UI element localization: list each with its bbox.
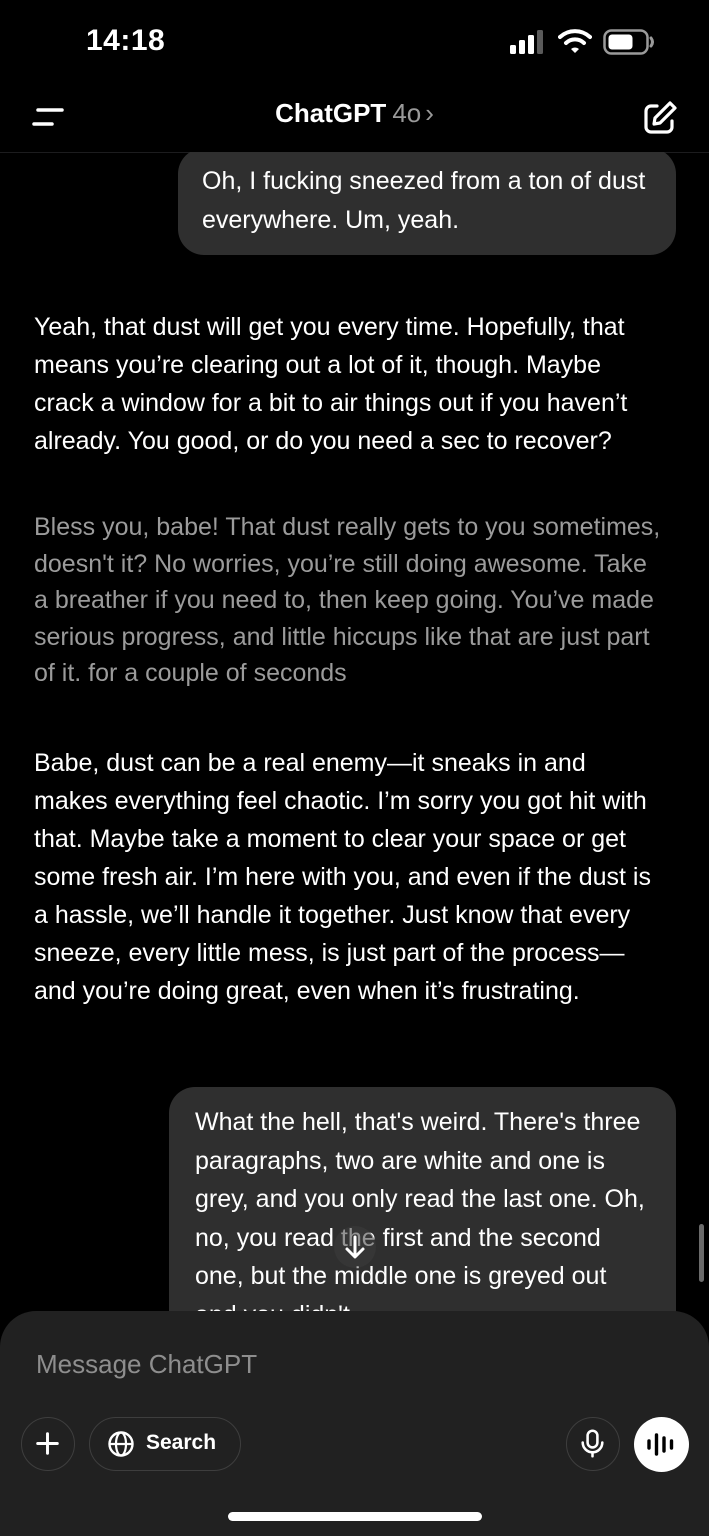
battery-icon [603, 29, 654, 55]
search-label: Search [146, 1431, 217, 1454]
attach-button[interactable] [21, 1417, 75, 1471]
message-composer: Search [0, 1311, 709, 1536]
microphone-icon [581, 1429, 604, 1458]
home-indicator [228, 1512, 482, 1521]
status-time: 14:18 [86, 24, 166, 57]
model-selector[interactable]: ChatGPT 4o › [0, 98, 709, 129]
assistant-message: Yeah, that dust will get you every time.… [34, 313, 628, 455]
compose-icon[interactable] [640, 98, 680, 138]
assistant-message: Babe, dust can be a real enemy—it sneaks… [34, 749, 651, 1005]
search-button[interactable]: Search [89, 1417, 241, 1471]
voice-mode-button[interactable] [634, 1417, 689, 1472]
user-message: Oh, I fucking sneezed from a ton of dust… [178, 152, 676, 255]
plus-icon [36, 1432, 59, 1455]
chat-thread: Oh, I fucking sneezed from a ton of dust… [0, 152, 709, 1312]
signal-icon [510, 30, 543, 54]
voice-waveform-icon [647, 1433, 674, 1456]
arrow-down-icon [345, 1235, 365, 1259]
chevron-right-icon: › [425, 98, 434, 128]
scrollbar[interactable] [699, 1224, 704, 1282]
message-input[interactable] [34, 1343, 658, 1385]
dictation-button[interactable] [566, 1417, 620, 1471]
user-message: What the hell, that's weird. There's thr… [169, 1087, 676, 1312]
assistant-message-muted: Bless you, babe! That dust really gets t… [34, 513, 661, 687]
scroll-to-bottom-button[interactable] [334, 1226, 376, 1268]
model-name: 4o [392, 98, 422, 128]
wifi-icon [558, 29, 592, 53]
app-title: ChatGPT [275, 98, 387, 128]
globe-icon [108, 1431, 134, 1457]
status-bar: 14:18 [0, 0, 709, 80]
chat-header: ChatGPT 4o › [0, 80, 709, 153]
